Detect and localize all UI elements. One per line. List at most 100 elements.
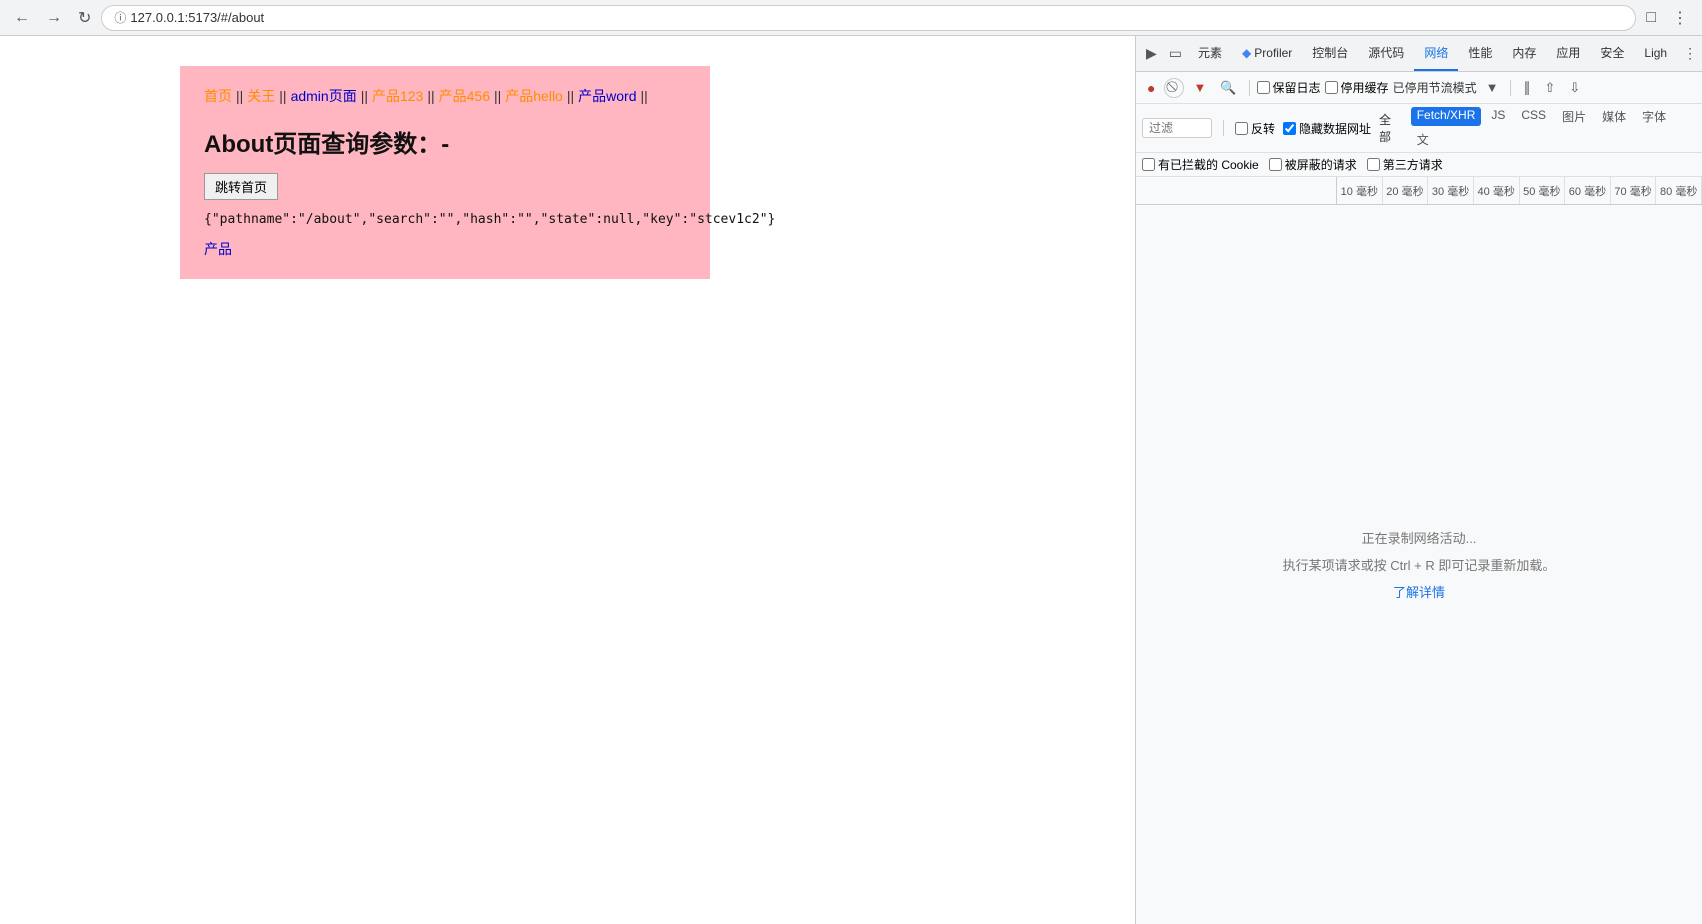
learn-more-link[interactable]: 了解详情	[1393, 582, 1445, 601]
blocked-requests-input[interactable]	[1269, 158, 1282, 171]
reverse-label: 反转	[1251, 120, 1275, 137]
tab-elements-label: 元素	[1198, 44, 1222, 61]
nav-link-guanwang[interactable]: 关王	[247, 86, 275, 106]
header-timeline: 10 毫秒 20 毫秒 30 毫秒 40 毫秒 50 毫秒 60 毫秒 70 毫…	[1336, 177, 1702, 204]
tab-security[interactable]: 安全	[1590, 36, 1634, 71]
tick-10ms: 10 毫秒	[1337, 177, 1383, 204]
blocked-cookies-checkbox[interactable]: 有已拦截的 Cookie	[1142, 156, 1259, 173]
nav-sep-1: ||	[236, 88, 243, 104]
third-party-label: 第三方请求	[1383, 156, 1443, 173]
tick-30ms: 30 毫秒	[1428, 177, 1474, 204]
nav-link-product456[interactable]: 产品456	[439, 86, 490, 106]
recording-hint: 执行某项请求或按 Ctrl + R 即可记录重新加载。	[1283, 555, 1556, 574]
tick-20ms: 20 毫秒	[1383, 177, 1429, 204]
tab-network[interactable]: 网络	[1414, 36, 1458, 71]
export-button[interactable]: ⇩	[1564, 77, 1585, 99]
reload-button[interactable]: ↻	[72, 4, 97, 32]
tab-profiler[interactable]: ◆ Profiler	[1232, 36, 1302, 71]
nav-link-product123[interactable]: 产品123	[372, 86, 423, 106]
network-empty-state: 正在录制网络活动... 执行某项请求或按 Ctrl + R 即可记录重新加载。 …	[1136, 205, 1702, 924]
filter-type-media[interactable]: 媒体	[1596, 107, 1632, 126]
forward-button[interactable]: →	[40, 5, 68, 31]
screenshot-button[interactable]: □	[1640, 5, 1662, 31]
hide-data-urls-label: 隐藏数据网址	[1299, 120, 1371, 137]
nav-link-admin[interactable]: admin页面	[291, 86, 357, 106]
blocked-cookies-input[interactable]	[1142, 158, 1155, 171]
filter-type-font[interactable]: 字体	[1636, 107, 1672, 126]
goto-home-button[interactable]: 跳转首页	[204, 173, 278, 200]
reverse-input[interactable]	[1235, 122, 1248, 135]
nav-sep-7: ||	[641, 88, 648, 104]
preserve-log-input[interactable]	[1257, 81, 1270, 94]
devtools-settings-button[interactable]: ⋮	[1677, 41, 1702, 66]
tick-80ms: 80 毫秒	[1656, 177, 1702, 204]
network-timeline-header: 10 毫秒 20 毫秒 30 毫秒 40 毫秒 50 毫秒 60 毫秒 70 毫…	[1136, 177, 1702, 205]
lock-icon: ⓘ	[114, 9, 126, 26]
import-button[interactable]: ⇧	[1539, 77, 1560, 99]
devtools-inspect-button[interactable]: ▶	[1140, 41, 1163, 66]
browser-window: ← → ↻ ⓘ 127.0.0.1:5173/#/about □ ⋮ 首页 ||…	[0, 0, 1702, 924]
all-filter-label: 全部	[1379, 111, 1403, 145]
tab-sources[interactable]: 源代码	[1358, 36, 1414, 71]
nav-sep-6: ||	[567, 88, 574, 104]
filter-type-img[interactable]: 图片	[1556, 107, 1592, 126]
tab-performance[interactable]: 性能	[1458, 36, 1502, 71]
third-party-input[interactable]	[1367, 158, 1380, 171]
tab-lighthouse[interactable]: Ligh	[1634, 36, 1677, 71]
json-display: {"pathname":"/about","search":"","hash":…	[204, 212, 686, 227]
disable-cache-label: 停用缓存	[1341, 79, 1389, 96]
url-text: 127.0.0.1:5173/#/about	[130, 10, 264, 25]
hide-data-urls-input[interactable]	[1283, 122, 1296, 135]
disable-cache-checkbox[interactable]: 停用缓存	[1325, 79, 1389, 96]
filter-type-js[interactable]: JS	[1485, 107, 1511, 126]
tab-application-label: 应用	[1556, 44, 1580, 61]
tick-70ms: 70 毫秒	[1611, 177, 1657, 204]
hide-data-urls-checkbox[interactable]: 隐藏数据网址	[1283, 120, 1371, 137]
about-title: About页面查询参数：-	[204, 124, 686, 159]
browser-toolbar: ← → ↻ ⓘ 127.0.0.1:5173/#/about □ ⋮	[0, 0, 1702, 36]
tab-profiler-label: Profiler	[1254, 46, 1292, 60]
filter-types: Fetch/XHR JS CSS 图片 媒体 字体 文	[1411, 107, 1696, 149]
filter-button[interactable]: ▼	[1188, 77, 1211, 98]
about-page-box: 首页 || 关王 || admin页面 || 产品123 || 产品456 ||…	[180, 66, 710, 279]
preserve-log-label: 保留日志	[1273, 79, 1321, 96]
third-party-checkbox[interactable]: 第三方请求	[1367, 156, 1443, 173]
tab-memory-label: 内存	[1512, 44, 1536, 61]
address-bar[interactable]: ⓘ 127.0.0.1:5173/#/about	[101, 5, 1636, 31]
search-button[interactable]: 🔍	[1215, 77, 1241, 99]
nav-link-productword[interactable]: 产品word	[578, 86, 636, 106]
menu-button[interactable]: ⋮	[1666, 4, 1694, 32]
header-left	[1136, 177, 1336, 204]
back-button[interactable]: ←	[8, 5, 36, 31]
tab-memory[interactable]: 内存	[1502, 36, 1546, 71]
tab-console[interactable]: 控制台	[1302, 36, 1358, 71]
clear-button[interactable]: ⃠	[1164, 78, 1184, 98]
devtools-device-button[interactable]: ▭	[1163, 41, 1188, 66]
nav-sep-5: ||	[494, 88, 501, 104]
record-button[interactable]: ●	[1142, 77, 1160, 99]
tick-50ms: 50 毫秒	[1520, 177, 1566, 204]
tab-elements[interactable]: 元素	[1188, 36, 1232, 71]
filter-input[interactable]	[1142, 118, 1212, 138]
filter-type-fetchxhr[interactable]: Fetch/XHR	[1411, 107, 1482, 126]
nav-link-home[interactable]: 首页	[204, 86, 232, 106]
filter-type-doc[interactable]: 文	[1411, 130, 1435, 149]
tab-sources-label: 源代码	[1368, 44, 1404, 61]
disable-cache-input[interactable]	[1325, 81, 1338, 94]
network-conditions-button[interactable]: ∥	[1518, 76, 1535, 99]
tab-lighthouse-label: Ligh	[1644, 46, 1667, 60]
filter-type-css[interactable]: CSS	[1515, 107, 1552, 126]
reverse-checkbox[interactable]: 反转	[1235, 120, 1275, 137]
product-link[interactable]: 产品	[204, 241, 232, 257]
blocked-requests-checkbox[interactable]: 被屏蔽的请求	[1269, 156, 1357, 173]
tab-application[interactable]: 应用	[1546, 36, 1590, 71]
devtools-tab-bar: ▶ ▭ 元素 ◆ Profiler 控制台 源代码 网络	[1136, 36, 1702, 72]
throttle-dropdown[interactable]: ▼	[1481, 77, 1504, 98]
nav-link-producthello[interactable]: 产品hello	[505, 86, 563, 106]
profiler-icon: ◆	[1242, 46, 1251, 60]
nav-links: 首页 || 关王 || admin页面 || 产品123 || 产品456 ||…	[204, 86, 686, 106]
tab-performance-label: 性能	[1468, 44, 1492, 61]
tab-security-label: 安全	[1600, 44, 1624, 61]
blocked-cookies-label: 有已拦截的 Cookie	[1158, 156, 1259, 173]
preserve-log-checkbox[interactable]: 保留日志	[1257, 79, 1321, 96]
